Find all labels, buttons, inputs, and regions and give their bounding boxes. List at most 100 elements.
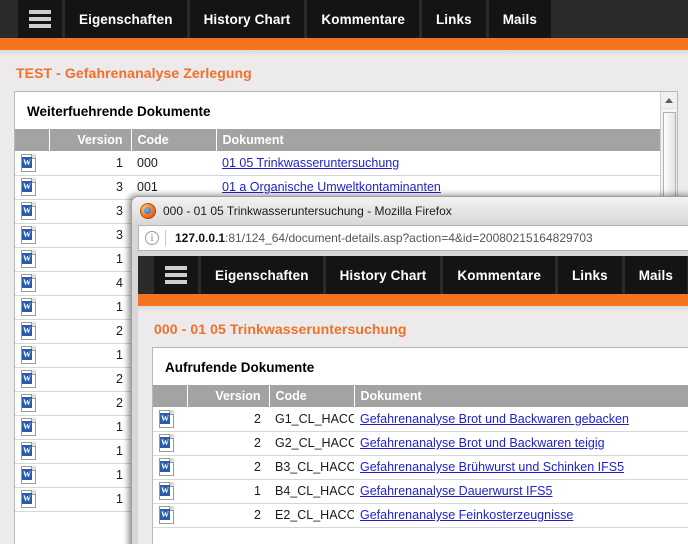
popup-cell-code: G2_CL_HACCP [269,431,354,456]
cell-icon: W [15,223,49,248]
word-document-icon[interactable]: W [21,394,36,412]
cell-version: 1 [49,295,131,320]
table-row: W2G1_CL_HACCP Gefahrenanalyse Brot und Ba… [153,407,688,432]
table-row: W2E2_CL_HACCP Gefahrenanalyse Feinkosterz… [153,503,688,528]
hamburger-icon[interactable] [18,0,62,38]
popup-cell-icon: W [153,503,187,528]
popup-nav-item-kommentare[interactable]: Kommentare [443,256,555,294]
word-document-icon[interactable]: W [21,298,36,316]
popup-table-header-row: Version Code Dokument [153,385,688,407]
popup-document-link[interactable]: Gefahrenanalyse Brot und Backwaren gebac… [360,412,629,426]
table-header-row: Version Code Dokument [15,129,677,151]
accent-bar [0,38,688,50]
popup-cell-code: G1_CL_HACCP [269,407,354,432]
popup-cell-version: 2 [187,455,269,480]
word-document-icon[interactable]: W [159,458,174,476]
popup-top-navbar: Eigenschaften History Chart Kommentare L… [138,256,688,294]
popup-nav-item-links[interactable]: Links [557,256,622,294]
word-document-icon[interactable]: W [21,226,36,244]
word-document-icon[interactable]: W [159,434,174,452]
nav-item-kommentare[interactable]: Kommentare [307,0,419,38]
triangle-up-icon[interactable] [661,92,677,109]
nav-item-links[interactable]: Links [421,0,486,38]
word-document-icon[interactable]: W [159,506,174,524]
panel-heading: Weiterfuehrende Dokumente [27,104,211,119]
url-host: 127.0.0.1 [175,231,226,245]
word-document-icon[interactable]: W [21,322,36,340]
cell-version: 1 [49,415,131,440]
word-document-icon[interactable]: W [159,409,174,428]
popup-nav-item-history-chart[interactable]: History Chart [325,256,441,294]
column-header-dokument: Dokument [216,129,677,151]
popup-column-header-icon [153,385,188,407]
column-header-code: Code [131,129,217,151]
popup-cell-icon: W [153,455,187,480]
info-circle-icon[interactable]: i [139,226,165,250]
document-link[interactable]: 01 a Organische Umweltkontaminanten [222,180,441,194]
cell-version: 2 [49,367,131,392]
firefox-viewport: Eigenschaften History Chart Kommentare L… [138,256,688,544]
cell-dokument: 01 05 Trinkwasseruntersuchung [216,151,677,176]
word-document-icon[interactable]: W [21,490,36,508]
cell-icon: W [15,367,49,392]
word-document-icon[interactable]: W [21,274,36,292]
word-document-icon[interactable]: W [21,250,36,268]
popup-document-link[interactable]: Gefahrenanalyse Feinkosterzeugnisse [360,508,573,522]
popup-table-head: Version Code Dokument [153,385,688,407]
firefox-titlebar[interactable]: 000 - 01 05 Trinkwasseruntersuchung - Mo… [132,197,688,225]
hamburger-icon[interactable] [154,256,198,294]
cell-version: 3 [49,223,131,248]
word-document-icon[interactable]: W [21,178,36,196]
cell-icon: W [15,295,49,320]
cell-icon: W [15,151,49,176]
popup-cell-version: 2 [187,407,269,432]
popup-document-link[interactable]: Gefahrenanalyse Brot und Backwaren teigi… [360,436,605,450]
popup-cell-dokument: Gefahrenanalyse Brot und Backwaren gebac… [354,407,688,432]
firefox-popup-window[interactable]: 000 - 01 05 Trinkwasseruntersuchung - Mo… [131,196,688,544]
cell-version: 3 [49,175,131,200]
cell-version: 2 [49,319,131,344]
cell-version: 1 [49,247,131,272]
word-document-icon[interactable]: W [21,370,36,388]
word-document-icon[interactable]: W [21,442,36,460]
table-row: W2B3_CL_HACCP Gefahrenanalyse Brühwurst u… [153,455,688,480]
cell-version: 1 [49,151,131,176]
cell-version: 1 [49,439,131,464]
cell-icon: W [15,415,49,440]
word-document-icon[interactable]: W [21,418,36,436]
cell-version: 1 [49,487,131,512]
cell-icon: W [15,271,49,296]
word-document-icon[interactable]: W [21,153,36,172]
cell-icon: W [15,343,49,368]
popup-column-header-version: Version [187,385,270,407]
cell-icon: W [15,487,49,512]
popup-cell-dokument: Gefahrenanalyse Dauerwurst IFS5 [354,479,688,504]
word-document-icon[interactable]: W [159,482,174,500]
popup-cell-dokument: Gefahrenanalyse Brot und Backwaren teigi… [354,431,688,456]
url-text[interactable]: 127.0.0.1:81/124_64/document-details.asp… [166,231,593,245]
nav-item-history-chart[interactable]: History Chart [189,0,305,38]
popup-document-link[interactable]: Gefahrenanalyse Dauerwurst IFS5 [360,484,552,498]
popup-nav-item-eigenschaften[interactable]: Eigenschaften [201,256,323,294]
word-document-icon[interactable]: W [21,466,36,484]
popup-cell-dokument: Gefahrenanalyse Feinkosterzeugnisse [354,503,688,528]
cell-icon: W [15,319,49,344]
cell-icon: W [15,463,49,488]
nav-item-mails[interactable]: Mails [488,0,551,38]
popup-table-body: W2G1_CL_HACCPGefahrenanalyse Brot und Ba… [153,407,688,528]
background-top-navbar: Eigenschaften History Chart Kommentare L… [0,0,688,38]
popup-cell-icon: W [153,479,187,504]
aufrufende-dokumente-table: Version Code Dokument W2G1_CL_HACCPGefah… [153,385,688,528]
popup-document-link[interactable]: Gefahrenanalyse Brühwurst und Schinken I… [360,460,624,474]
cell-icon: W [15,391,49,416]
url-path: :81/124_64/document-details.asp?action=4… [225,231,593,245]
word-document-icon[interactable]: W [21,346,36,364]
cell-version: 2 [49,391,131,416]
cell-version: 1 [49,463,131,488]
firefox-url-bar[interactable]: i 127.0.0.1:81/124_64/document-details.a… [138,225,688,251]
document-link[interactable]: 01 05 Trinkwasseruntersuchung [222,156,399,170]
word-document-icon[interactable]: W [21,202,36,220]
popup-nav-item-mails[interactable]: Mails [624,256,687,294]
firefox-window-title: 000 - 01 05 Trinkwasseruntersuchung - Mo… [163,204,452,218]
nav-item-eigenschaften[interactable]: Eigenschaften [65,0,187,38]
